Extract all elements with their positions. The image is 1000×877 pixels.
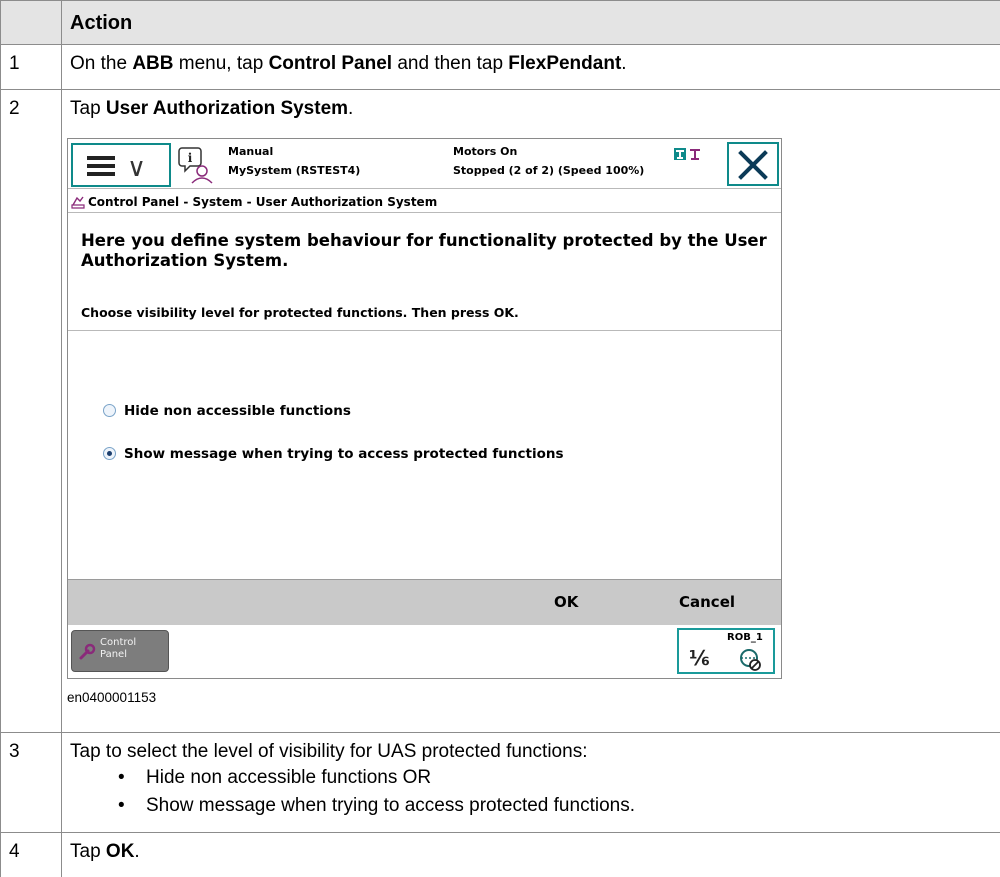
info-icon[interactable]: i [178, 145, 214, 185]
step-text: Tap OK. [70, 841, 140, 862]
robot-status-icon [740, 649, 761, 671]
status-bar: ∨ i Manual MySystem (RSTEST4) Motors On … [68, 139, 781, 189]
abb-menu-button[interactable]: ∨ [71, 143, 171, 187]
wrench-icon [79, 643, 96, 660]
figure-caption: en0400001153 [67, 690, 157, 705]
close-icon[interactable] [727, 142, 779, 186]
event-icons [674, 148, 700, 160]
command-bar: OK Cancel [68, 579, 781, 625]
system-name-text: MySystem (RSTEST4) [228, 164, 361, 177]
radio-selected-icon[interactable] [103, 447, 116, 460]
step-text: Tap User Authorization System. [70, 98, 354, 119]
divider [68, 330, 781, 331]
step-3-bullets: Hide non accessible functions OR Show me… [70, 765, 1000, 821]
breadcrumb: Control Panel - System - User Authorizat… [68, 191, 781, 213]
bullet-item: Hide non accessible functions OR [118, 765, 1000, 793]
header-num-cell [0, 1, 62, 44]
control-panel-icon [71, 196, 85, 209]
motors-status-text: Motors On [453, 145, 518, 158]
taskbar-control-panel[interactable]: Control Panel [71, 630, 169, 672]
robot-name: ROB_1 [727, 632, 763, 643]
task-bar: Control Panel ROB_1 ⅙ [68, 626, 781, 678]
ok-button[interactable]: OK [554, 593, 578, 611]
description-text: Here you define system behaviour for fun… [81, 231, 767, 270]
flexpendant-screenshot: ∨ i Manual MySystem (RSTEST4) Motors On … [67, 138, 782, 679]
table-row-step-1: 1 On the ABB menu, tap Control Panel and… [0, 45, 1000, 90]
radio-hide-non-accessible[interactable]: Hide non accessible functions [103, 403, 351, 419]
chevron-down-icon: ∨ [127, 153, 147, 183]
quickset-robot-button[interactable]: ROB_1 ⅙ [677, 628, 775, 674]
table-row-step-3: 3 Tap to select the level of visibility … [0, 733, 1000, 833]
robot-unit-fraction: ⅙ [689, 646, 710, 670]
mode-text: Manual [228, 145, 274, 158]
svg-text:i: i [188, 151, 193, 165]
table-row-step-4: 4 Tap OK. [0, 833, 1000, 877]
step-number: 4 [0, 833, 62, 877]
step-text: Tap to select the level of visibility fo… [64, 733, 1000, 821]
cancel-button[interactable]: Cancel [679, 593, 735, 611]
radio-show-message[interactable]: Show message when trying to access prote… [103, 446, 564, 462]
instruction-text: Choose visibility level for protected fu… [81, 305, 519, 320]
radio-label: Show message when trying to access prote… [124, 446, 564, 462]
table-header-row: Action [0, 0, 1000, 45]
step-number: 1 [0, 45, 62, 89]
step-text: On the ABB menu, tap Control Panel and t… [70, 53, 627, 74]
step-number: 2 [0, 90, 62, 732]
bullet-item: Show message when trying to access prote… [118, 793, 1000, 821]
header-action-cell: Action [70, 12, 133, 34]
radio-label: Hide non accessible functions [124, 403, 351, 419]
breadcrumb-text: Control Panel - System - User Authorizat… [88, 195, 438, 209]
step-number: 3 [0, 733, 62, 832]
menu-icon [87, 156, 115, 176]
step-3-intro: Tap to select the level of visibility fo… [70, 741, 588, 762]
program-state-text: Stopped (2 of 2) (Speed 100%) [453, 164, 645, 177]
radio-unselected-icon[interactable] [103, 404, 116, 417]
taskbar-label: Control Panel [100, 637, 137, 660]
